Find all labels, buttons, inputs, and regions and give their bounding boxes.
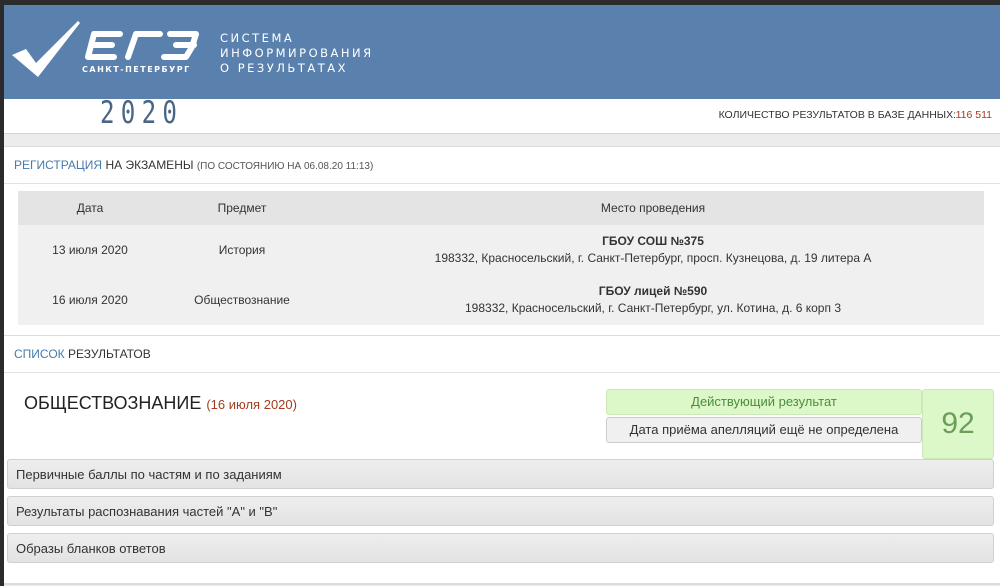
table-header-row: Дата Предмет Место проведения (18, 191, 984, 225)
registration-heading: РЕГИСТРАЦИЯ НА ЭКЗАМЕНЫ (ПО СОСТОЯНИЮ НА… (4, 147, 1000, 184)
logo-city-label: САНКТ-ПЕТЕРБУРГ (82, 65, 191, 74)
appeal-date-status: Дата приёма апелляций ещё не определена (606, 417, 922, 443)
section-answer-forms[interactable]: Образы бланков ответов (7, 533, 994, 563)
site-header: САНКТ-ПЕТЕРБУРГ СИСТЕМА ИНФОРМИРОВАНИЯ О… (4, 5, 1000, 99)
result-score: 92 (922, 389, 994, 459)
place-address: 198332, Красносельский, г. Санкт-Петербу… (465, 301, 841, 315)
page: САНКТ-ПЕТЕРБУРГ СИСТЕМА ИНФОРМИРОВАНИЯ О… (4, 5, 1000, 586)
divider (4, 583, 1000, 585)
subheader-bar: 2020 Количество результатов в базе данны… (4, 95, 1000, 134)
place-name: ГБОУ лицей №590 (598, 284, 708, 298)
system-title-line: ИНФОРМИРОВАНИЯ (220, 46, 374, 60)
result-status-badge: Действующий результат (606, 389, 922, 415)
column-header-subject: Предмет (162, 191, 322, 225)
exam-place-cell: ГБОУ лицей №590 198332, Красносельский, … (322, 275, 984, 325)
result-subject: ОБЩЕСТВОЗНАНИЕ (16 июля 2020) (24, 393, 297, 414)
results-count-label: Количество результатов в базе данных: (718, 109, 956, 121)
system-title: СИСТЕМА ИНФОРМИРОВАНИЯ О РЕЗУЛЬТАТАХ (220, 31, 374, 76)
registration-heading-highlight: РЕГИСТРАЦИЯ (14, 158, 103, 172)
system-title-line: СИСТЕМА (220, 31, 295, 45)
registration-status-note: (ПО СОСТОЯНИЮ НА 06.08.20 11:13) (196, 161, 374, 172)
exam-subject-cell: Обществознание (162, 275, 322, 325)
exam-subject-cell: История (162, 225, 322, 275)
section-recognition-results[interactable]: Результаты распознавания частей "А" и "В… (7, 496, 994, 526)
registration-panel: РЕГИСТРАЦИЯ НА ЭКЗАМЕНЫ (ПО СОСТОЯНИЮ НА… (4, 146, 1000, 337)
ege-logo-icon (85, 31, 199, 60)
place-address: 198332, Красносельский, г. Санкт-Петербу… (434, 251, 872, 265)
results-heading: СПИСОК РЕЗУЛЬТАТОВ (4, 335, 1000, 373)
checkmark-logo-icon (12, 21, 80, 77)
column-header-date: Дата (18, 191, 162, 225)
result-subject-name: ОБЩЕСТВОЗНАНИЕ (24, 393, 202, 413)
results-heading-rest: РЕЗУЛЬТАТОВ (68, 347, 151, 361)
result-exam-date: (16 июля 2020) (206, 397, 297, 412)
place-name: ГБОУ СОШ №375 (602, 234, 704, 248)
system-title-line: О РЕЗУЛЬТАТАХ (220, 61, 348, 75)
exam-date-cell: 13 июля 2020 (18, 225, 162, 275)
column-header-place: Место проведения (322, 191, 984, 225)
results-heading-highlight: СПИСОК (14, 347, 65, 361)
registration-heading-rest: НА ЭКЗАМЕНЫ (105, 158, 194, 172)
results-count-value: 116 511 (955, 109, 992, 121)
table-row: 13 июля 2020 История ГБОУ СОШ №375 19833… (18, 225, 984, 275)
exam-date-cell: 16 июля 2020 (18, 275, 162, 325)
result-card: ОБЩЕСТВОЗНАНИЕ (16 июля 2020) Действующи… (4, 373, 1000, 459)
year-label: 2020 (100, 95, 184, 131)
registration-table: Дата Предмет Место проведения 13 июля 20… (18, 191, 984, 325)
section-primary-scores[interactable]: Первичные баллы по частям и по заданиям (7, 459, 994, 489)
exam-place-cell: ГБОУ СОШ №375 198332, Красносельский, г.… (322, 225, 984, 275)
table-row: 16 июля 2020 Обществознание ГБОУ лицей №… (18, 275, 984, 325)
results-panel: СПИСОК РЕЗУЛЬТАТОВ ОБЩЕСТВОЗНАНИЕ (16 ию… (4, 335, 1000, 585)
